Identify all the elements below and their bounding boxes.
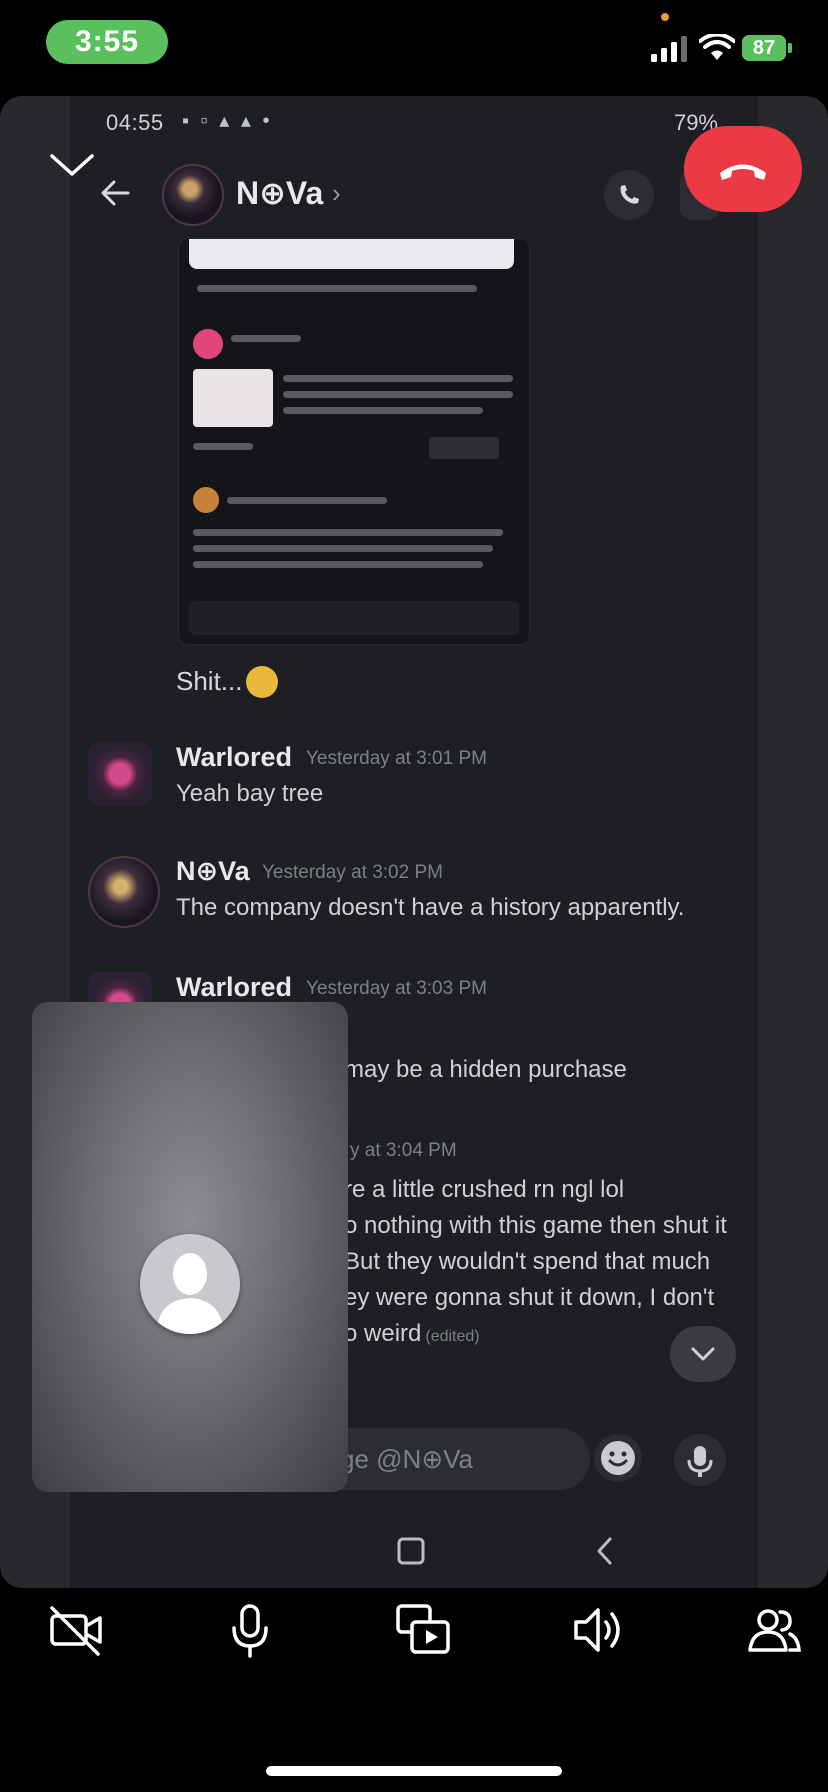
back-arrow-icon[interactable] xyxy=(98,176,132,210)
message-caption: Shit... xyxy=(176,666,279,698)
ad-thumbnail xyxy=(193,369,273,427)
message-author[interactable]: N⊕Va xyxy=(176,856,250,887)
contact-avatar[interactable] xyxy=(162,164,224,226)
chevron-right-icon: › xyxy=(332,178,341,208)
self-video-tile[interactable] xyxy=(32,1002,348,1492)
smiley-icon xyxy=(601,1441,635,1475)
microphone-icon xyxy=(687,1446,713,1477)
message-text-partial: But they wouldn't spend that much xyxy=(344,1248,711,1275)
shared-time: 04:55 xyxy=(106,110,164,135)
phone-icon xyxy=(620,185,639,204)
message-timestamp: Yesterday at 3:03 PM xyxy=(306,978,487,999)
grimace-emoji-icon xyxy=(246,666,279,698)
mic-in-use-indicator xyxy=(661,13,669,21)
message-text-partial: ey were gonna shut it down, I don't xyxy=(344,1284,715,1311)
person-silhouette-icon xyxy=(156,1253,224,1334)
emoji-button[interactable] xyxy=(594,1434,642,1482)
home-indicator[interactable] xyxy=(266,1766,562,1776)
message-text-partial: o nothing with this game then shut it xyxy=(344,1212,727,1239)
end-call-button[interactable] xyxy=(684,126,802,212)
message-text-partial: o weird (edited) xyxy=(344,1320,480,1347)
jump-to-latest-button[interactable] xyxy=(670,1326,736,1382)
cellular-signal-icon xyxy=(651,36,687,62)
shared-image-embed[interactable] xyxy=(178,238,530,645)
home-square-icon[interactable] xyxy=(396,1536,426,1566)
battery-indicator: 87 xyxy=(742,35,792,61)
voice-call-button[interactable] xyxy=(604,170,654,220)
chat-header: N⊕Va › xyxy=(70,156,758,234)
reddit-avatar xyxy=(193,329,223,359)
screen-share-stage: 04:55 ▪ ▫ ▴ ▴ • 79% N⊕Va › Shit... Warlo… xyxy=(0,96,828,1588)
user-avatar xyxy=(140,1234,240,1334)
message-text-partial: may be a hidden purchase xyxy=(344,1056,627,1083)
microphone-icon[interactable] xyxy=(220,1600,280,1660)
message-timestamp: Yesterday at 3:01 PM xyxy=(306,748,487,769)
user-avatar[interactable] xyxy=(88,856,160,928)
wifi-icon xyxy=(699,34,735,60)
participants-icon[interactable] xyxy=(744,1600,804,1660)
edited-label: (edited) xyxy=(425,1328,480,1345)
message-author[interactable]: Warlored xyxy=(176,972,292,1003)
speaker-icon[interactable] xyxy=(568,1600,628,1660)
shared-status-bar: 04:55 ▪ ▫ ▴ ▴ • 79% xyxy=(70,96,758,150)
message-text: The company doesn't have a history appar… xyxy=(176,894,685,921)
add-comment-field xyxy=(189,601,519,635)
user-avatar[interactable] xyxy=(88,742,152,806)
chevron-down-icon[interactable] xyxy=(48,150,96,180)
screen-share-icon[interactable] xyxy=(394,1600,454,1660)
camera-off-icon[interactable] xyxy=(46,1600,106,1660)
message-text: Yeah bay tree xyxy=(176,780,324,807)
call-time-pill[interactable]: 3:55 xyxy=(46,20,168,64)
contact-name[interactable]: N⊕Va xyxy=(236,174,323,212)
chevron-down-icon xyxy=(691,1347,715,1361)
android-nav-bar xyxy=(70,1516,758,1582)
message-timestamp-partial: y at 3:04 PM xyxy=(350,1140,457,1161)
message-text-partial: re a little crushed rn ngl lol xyxy=(344,1176,625,1203)
message-author[interactable]: Warlored xyxy=(176,742,292,773)
ios-status-bar: 3:55 87 xyxy=(0,0,828,96)
voice-message-button[interactable] xyxy=(674,1434,726,1486)
phone-hangup-icon xyxy=(720,164,766,180)
battery-level: 87 xyxy=(742,35,786,61)
android-back-icon[interactable] xyxy=(590,1536,620,1566)
commenter-avatar xyxy=(193,487,219,513)
notification-icons: ▪ ▫ ▴ ▴ • xyxy=(182,110,273,132)
call-controls-bar xyxy=(0,1600,828,1664)
message-timestamp: Yesterday at 3:02 PM xyxy=(262,862,443,883)
